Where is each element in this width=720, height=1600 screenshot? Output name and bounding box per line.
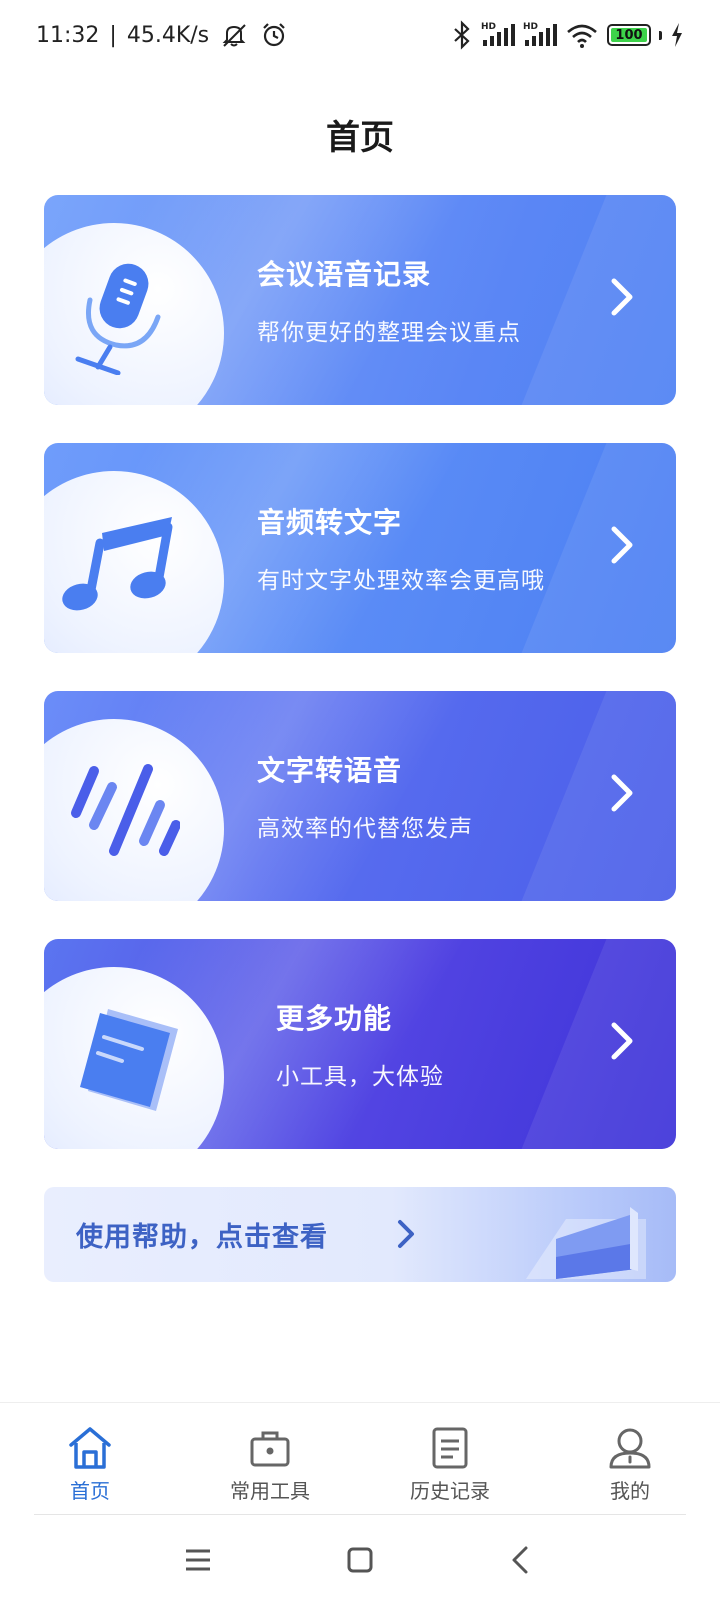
user-icon — [609, 1428, 651, 1469]
charging-icon — [672, 23, 682, 47]
card-title: 文字转语音 — [257, 754, 403, 787]
status-left: 11:32 | 45.4K/s — [36, 20, 289, 50]
microphone-icon — [75, 263, 161, 375]
status-separator: | — [109, 22, 117, 48]
status-right: HD HD 100 — [451, 20, 684, 50]
home-screen: 11:32 | 45.4K/s HD HD 100 首页 会议语音记录 帮你更好… — [0, 0, 720, 1600]
card-title: 会议语音记录 — [257, 258, 432, 291]
bluetooth-icon — [454, 20, 470, 50]
back-icon[interactable] — [504, 1542, 540, 1578]
menu-icon[interactable] — [180, 1542, 216, 1578]
chevron-right-icon — [398, 1220, 414, 1248]
help-label: 使用帮助，点击查看 — [76, 1222, 328, 1253]
tab-mine[interactable]: 我的 — [540, 1403, 720, 1514]
status-time: 11:32 — [36, 22, 100, 48]
battery-text: 100 — [615, 27, 643, 43]
tab-common-tools[interactable]: 常用工具 — [180, 1403, 360, 1514]
document-icon — [432, 1427, 468, 1469]
tab-label: 历史记录 — [410, 1479, 490, 1503]
tab-label: 首页 — [70, 1479, 110, 1503]
bottom-tab-bar: 首页 常用工具 历史记录 我的 — [0, 1402, 720, 1514]
music-note-icon — [62, 517, 173, 611]
card-subtitle: 高效率的代替您发声 — [257, 816, 473, 842]
toolbox-icon — [250, 1431, 290, 1467]
card-audio-to-text[interactable]: 音频转文字 有时文字处理效率会更高哦 — [44, 443, 676, 653]
system-nav-bar — [0, 1520, 720, 1600]
help-banner[interactable]: 使用帮助，点击查看 — [44, 1187, 676, 1282]
alarm-icon — [263, 23, 285, 47]
tab-bar-divider — [34, 1514, 686, 1515]
card-meeting-voice-record[interactable]: 会议语音记录 帮你更好的整理会议重点 — [44, 195, 676, 405]
card-subtitle: 小工具，大体验 — [276, 1064, 444, 1090]
tab-history[interactable]: 历史记录 — [360, 1403, 540, 1514]
signal-hd-1-icon: HD — [481, 22, 515, 46]
home-icon — [69, 1427, 111, 1469]
mute-icon — [222, 24, 246, 47]
battery-indicator: 100 — [607, 24, 651, 46]
status-bar: 11:32 | 45.4K/s HD HD 100 — [0, 0, 720, 70]
chevron-right-icon — [611, 278, 633, 316]
chevron-right-icon — [611, 1022, 633, 1060]
status-net-speed: 45.4K/s — [126, 22, 210, 48]
svg-text:HD: HD — [481, 22, 496, 32]
sound-wave-icon — [71, 764, 180, 856]
tab-label: 我的 — [610, 1479, 650, 1503]
card-subtitle: 有时文字处理效率会更高哦 — [257, 568, 545, 594]
card-text-to-speech[interactable]: 文字转语音 高效率的代替您发声 — [44, 691, 676, 901]
tab-label: 常用工具 — [230, 1479, 310, 1503]
chevron-right-icon — [611, 526, 633, 564]
tab-home[interactable]: 首页 — [0, 1403, 180, 1514]
battery-nub — [659, 30, 662, 40]
signal-hd-2-icon: HD — [523, 22, 557, 46]
home-square-icon[interactable] — [342, 1542, 378, 1578]
card-more-features[interactable]: 更多功能 小工具，大体验 — [44, 939, 676, 1149]
chevron-right-icon — [611, 774, 633, 812]
folder-decoration-icon — [526, 1207, 646, 1279]
book-icon — [80, 1009, 178, 1111]
page-title: 首页 — [326, 118, 394, 158]
card-title: 更多功能 — [276, 1002, 393, 1035]
svg-text:HD: HD — [523, 22, 538, 32]
card-title: 音频转文字 — [257, 506, 403, 539]
wifi-icon — [567, 24, 597, 48]
card-subtitle: 帮你更好的整理会议重点 — [257, 320, 521, 346]
